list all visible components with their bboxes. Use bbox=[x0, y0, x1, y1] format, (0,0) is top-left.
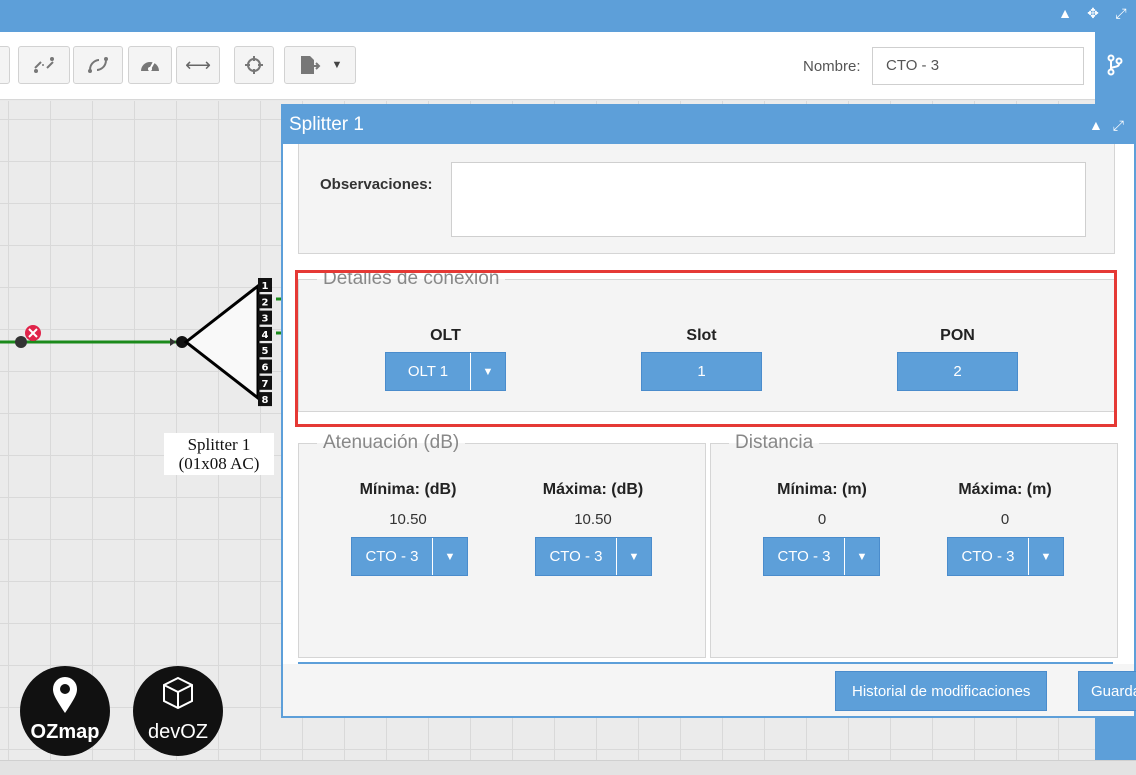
horizontal-arrows-button[interactable]: ⟷ bbox=[176, 46, 220, 84]
port-number: 2 bbox=[262, 297, 269, 308]
distancia-max-select-value: CTO - 3 bbox=[961, 548, 1015, 565]
splitter-dialog: Splitter 1 ▲ ⤢ Observaciones: Detalles d… bbox=[281, 104, 1136, 718]
port-number: 5 bbox=[262, 346, 269, 357]
port-number: 6 bbox=[262, 363, 269, 374]
expand-icon[interactable]: ⤢ bbox=[1113, 106, 1124, 144]
distancia-max-select[interactable]: CTO - 3 ▼ bbox=[947, 537, 1064, 576]
historial-button[interactable]: Historial de modificaciones bbox=[835, 671, 1048, 711]
port-number: 8 bbox=[262, 395, 269, 406]
nombre-input[interactable]: CTO - 3 bbox=[872, 47, 1084, 85]
unlink-alt-button[interactable] bbox=[73, 46, 123, 84]
unlink-icon bbox=[34, 57, 54, 73]
nombre-label: Nombre: bbox=[803, 58, 861, 75]
atenuacion-max-select-value: CTO - 3 bbox=[549, 548, 603, 565]
chevron-down-icon: ▼ bbox=[844, 538, 879, 575]
distancia-min-label: Mínima: (m) bbox=[777, 481, 867, 498]
olt-select-value: OLT 1 bbox=[407, 363, 449, 380]
distancia-min-select[interactable]: CTO - 3 ▼ bbox=[763, 537, 880, 576]
cube-icon bbox=[163, 676, 193, 710]
chevron-down-icon: ▼ bbox=[616, 538, 651, 575]
branch-icon[interactable] bbox=[1107, 54, 1123, 81]
port-number: 7 bbox=[262, 379, 269, 390]
toolbar: ⟷ ▼ Nombre: CTO - 3 bbox=[0, 32, 1095, 100]
slot-value: 1 bbox=[697, 363, 706, 380]
observaciones-panel: Observaciones: bbox=[298, 144, 1115, 254]
splitter-name: Splitter 1 bbox=[187, 435, 251, 454]
slot-button[interactable]: 1 bbox=[641, 352, 762, 391]
distancia-min-select-value: CTO - 3 bbox=[777, 548, 831, 565]
pon-label: PON bbox=[940, 327, 975, 344]
collapse-icon[interactable]: ▲ bbox=[1056, 5, 1074, 22]
move-icon[interactable]: ✥ bbox=[1084, 5, 1102, 22]
atenuacion-min-select[interactable]: CTO - 3 ▼ bbox=[351, 537, 468, 576]
port-number: 4 bbox=[262, 330, 269, 341]
port-number: 3 bbox=[262, 314, 269, 325]
dialog-title: Splitter 1 bbox=[289, 114, 364, 135]
olt-select[interactable]: OLT 1 ▼ bbox=[385, 352, 506, 391]
distancia-max-label: Máxima: (m) bbox=[958, 481, 1052, 498]
atenuacion-min-select-value: CTO - 3 bbox=[365, 548, 419, 565]
dialog-header[interactable]: Splitter 1 ▲ ⤢ bbox=[283, 106, 1134, 144]
splitter-label: Splitter 1 (01x08 AC) bbox=[164, 433, 274, 475]
crosshair-button[interactable] bbox=[234, 46, 274, 84]
observaciones-textarea[interactable] bbox=[451, 162, 1086, 237]
atenuacion-min-label: Mínima: (dB) bbox=[359, 481, 457, 498]
toolbar-partial-button[interactable] bbox=[0, 46, 10, 84]
atenuacion-min-value: 10.50 bbox=[389, 511, 427, 528]
atenuacion-max-value: 10.50 bbox=[574, 511, 612, 528]
crosshair-icon bbox=[245, 56, 263, 74]
distancia-min-value: 0 bbox=[817, 511, 827, 528]
bottom-status-strip bbox=[0, 760, 1136, 775]
chevron-down-icon: ▼ bbox=[331, 59, 343, 71]
arrows-horizontal-icon: ⟷ bbox=[185, 54, 211, 75]
conexion-legend: Detalles de conexión bbox=[323, 268, 500, 289]
atenuacion-max-label: Máxima: (dB) bbox=[542, 481, 644, 498]
pon-button[interactable]: 2 bbox=[897, 352, 1018, 391]
splitter-triangle bbox=[183, 282, 260, 402]
ozmap-logo[interactable]: OZmap bbox=[20, 666, 110, 756]
pon-value: 2 bbox=[953, 363, 962, 380]
expand-icon[interactable]: ⤢ bbox=[1112, 5, 1130, 22]
collapse-icon[interactable]: ▲ bbox=[1089, 106, 1103, 144]
olt-label: OLT bbox=[430, 327, 461, 344]
atenuacion-legend: Atenuación (dB) bbox=[323, 432, 460, 453]
link-node bbox=[15, 336, 27, 348]
map-pin-icon bbox=[53, 677, 77, 713]
observaciones-label: Observaciones: bbox=[320, 176, 433, 193]
dialog-footer: Historial de modificaciones Guardar bbox=[283, 664, 1136, 716]
atenuacion-max-select[interactable]: CTO - 3 ▼ bbox=[535, 537, 652, 576]
unlink-button[interactable] bbox=[18, 46, 70, 84]
devoz-logo[interactable]: devOZ bbox=[133, 666, 223, 756]
guardar-button[interactable]: Guardar bbox=[1078, 671, 1136, 711]
export-dropdown-button[interactable]: ▼ bbox=[284, 46, 356, 84]
distancia-max-value: 0 bbox=[1000, 511, 1010, 528]
chevron-down-icon: ▼ bbox=[470, 353, 505, 390]
splitter-type: (01x08 AC) bbox=[178, 454, 260, 473]
export-icon bbox=[300, 56, 320, 74]
ozmap-logo-text: OZmap bbox=[30, 721, 100, 743]
port-number: 1 bbox=[262, 281, 269, 292]
slot-label: Slot bbox=[686, 327, 717, 344]
distancia-legend: Distancia bbox=[735, 432, 814, 453]
splitter-diagram: 1 2 3 4 5 6 7 8 bbox=[0, 278, 290, 407]
gauge-icon bbox=[141, 61, 159, 71]
chevron-down-icon: ▼ bbox=[432, 538, 467, 575]
devoz-logo-text: devOZ bbox=[147, 721, 209, 743]
unlink-alt-icon bbox=[88, 57, 108, 73]
window-top-bar: ▲ ✥ ⤢ bbox=[0, 0, 1136, 32]
dialog-body: Observaciones: Detalles de conexión OLT … bbox=[283, 144, 1134, 664]
chevron-down-icon: ▼ bbox=[1028, 538, 1063, 575]
gauge-button[interactable] bbox=[128, 46, 172, 84]
